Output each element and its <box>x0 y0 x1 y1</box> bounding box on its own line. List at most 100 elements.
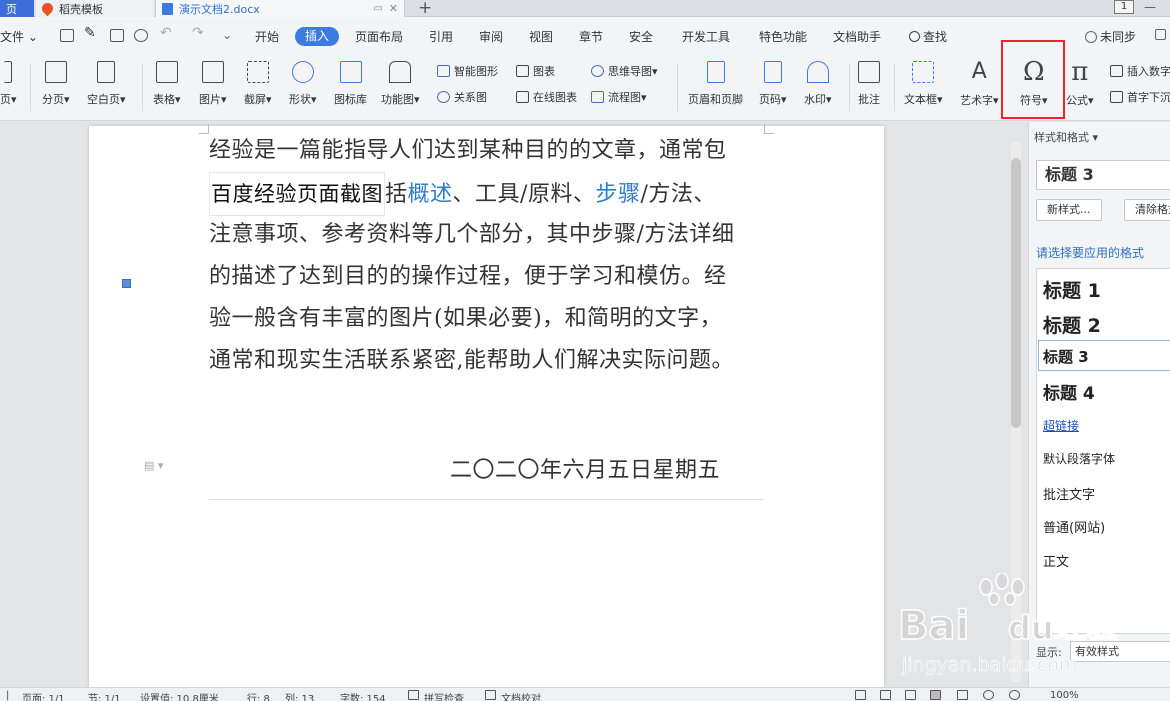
screenshot-caption-label: 百度经验页面截图 <box>209 172 385 216</box>
style-body-text[interactable]: 正文 <box>1043 551 1069 570</box>
styles-panel-title[interactable]: 样式和格式 ▾ <box>1034 129 1098 145</box>
search-icon <box>909 31 920 42</box>
menu-view[interactable]: 视图 <box>529 28 553 45</box>
link-steps[interactable]: 步骤 <box>595 182 640 207</box>
function-chart-button[interactable]: 功能图▾ <box>381 61 420 107</box>
mind-map-button[interactable]: 思维导图 ▾ <box>591 63 658 79</box>
drop-cap-button[interactable]: 首字下沉 <box>1110 89 1170 105</box>
minimize-icon[interactable]: — <box>1144 0 1156 14</box>
doc-text-segment: /方法、 <box>640 182 716 207</box>
word-art-button[interactable]: A 艺术字▾ <box>960 61 999 108</box>
quick-access-dropdown-icon[interactable]: ⌄ <box>222 28 232 42</box>
save-icon[interactable] <box>60 29 74 42</box>
sync-status[interactable]: 未同步 <box>1085 28 1136 45</box>
menu-chapter[interactable]: 章节 <box>579 28 603 45</box>
read-view-icon[interactable] <box>957 690 968 700</box>
chart-button[interactable]: 图表 <box>516 63 555 79</box>
insert-number-icon <box>1110 65 1123 77</box>
redo-icon[interactable]: ↷ <box>192 25 204 41</box>
menu-start[interactable]: 开始 <box>255 28 279 45</box>
doc-check-button[interactable]: 文档校对 <box>501 690 541 701</box>
close-tab-icon[interactable]: ✕ <box>389 2 398 15</box>
tab-document[interactable]: 演示文档2.docx ▭ ✕ <box>155 0 405 17</box>
fullscreen-icon[interactable] <box>855 690 866 700</box>
tab-home[interactable]: 页 <box>0 0 34 17</box>
share-button[interactable] <box>1155 28 1169 42</box>
status-word-count[interactable]: 字数: 154 <box>340 690 386 701</box>
insert-number-button[interactable]: 插入数字 <box>1110 63 1170 79</box>
menu-review[interactable]: 审阅 <box>479 28 503 45</box>
menu-page-layout[interactable]: 页面布局 <box>355 28 403 45</box>
table-button[interactable]: 表格▾ <box>153 61 181 107</box>
style-heading-1[interactable]: 标题 1 <box>1043 276 1101 303</box>
search-button[interactable]: 查找 <box>909 28 947 45</box>
pin-icon[interactable]: ▭ <box>373 3 382 14</box>
zoom-level[interactable]: 100% <box>1050 690 1079 701</box>
page-view-icon[interactable] <box>930 690 941 700</box>
doc-text-segment: 、工具/原料、 <box>452 182 596 207</box>
page-break-button[interactable]: 分页▾ <box>42 61 70 107</box>
undo-icon[interactable]: ↶ <box>160 25 172 41</box>
window-count-badge[interactable]: 1 <box>1114 0 1134 14</box>
vertical-scrollbar-thumb[interactable] <box>1011 158 1021 428</box>
menu-security[interactable]: 安全 <box>629 28 653 45</box>
shape-button[interactable]: 形状▾ <box>289 61 317 107</box>
current-style-field[interactable]: 标题 3 <box>1036 160 1170 190</box>
menu-developer-tools[interactable]: 开发工具 <box>682 28 730 45</box>
menu-special-features[interactable]: 特色功能 <box>759 28 807 45</box>
smart-shape-button[interactable]: 智能图形 <box>437 63 498 79</box>
new-tab-plus-icon[interactable]: + <box>418 0 432 18</box>
paragraph-layout-icon[interactable]: ▤ ▾ <box>144 459 163 472</box>
link-overview[interactable]: 概述 <box>408 182 453 207</box>
status-section[interactable]: 节: 1/1 <box>88 690 121 701</box>
flowchart-button[interactable]: 流程图 ▾ <box>591 89 647 105</box>
style-heading-2[interactable]: 标题 2 <box>1043 311 1101 338</box>
eye-protection-icon[interactable] <box>1009 690 1020 700</box>
text-box-button[interactable]: 文本框▾ <box>904 61 943 107</box>
comment-button[interactable]: 批注 <box>858 61 880 107</box>
page-icon <box>4 61 13 83</box>
menu-doc-assistant[interactable]: 文档助手 <box>833 28 881 45</box>
screenshot-button[interactable]: 截屏▾ <box>244 61 272 107</box>
format-painter-icon[interactable]: ✎ <box>84 25 96 41</box>
spell-check-button[interactable]: 拼写检查 <box>424 690 464 701</box>
paragraph-anchor-icon[interactable] <box>122 279 131 288</box>
blank-page-button[interactable]: 空白页▾ <box>87 61 126 107</box>
new-style-button[interactable]: 新样式... <box>1036 199 1102 221</box>
header-footer-button[interactable]: 页眉和页脚 <box>688 61 743 107</box>
style-default-paragraph-font[interactable]: 默认段落字体 <box>1043 450 1115 467</box>
clear-format-button[interactable]: 清除格式 <box>1124 199 1170 221</box>
icon-library-button[interactable]: 图标库 <box>334 61 367 107</box>
document-body[interactable]: 经验是一篇能指导人们达到某种目的的文章，通常包 百度经验页面截图括概述、工具/原… <box>209 130 779 382</box>
page-button[interactable]: 页▾ <box>0 61 17 107</box>
status-page[interactable]: 页面: 1/1 <box>22 690 65 701</box>
icon-library-label: 图标库 <box>334 93 367 106</box>
show-style-select[interactable]: 有效样式 <box>1070 641 1170 662</box>
watermark-label: 水印 <box>804 93 826 106</box>
edit-pen-icon[interactable] <box>905 690 916 700</box>
page-number-button[interactable]: 页码▾ <box>759 61 787 107</box>
watermark-button[interactable]: 水印▾ <box>804 61 832 107</box>
tab-daoke-label: 稻壳模板 <box>59 2 103 16</box>
relation-chart-button[interactable]: 关系图 <box>437 89 487 105</box>
picture-button[interactable]: 图片▾ <box>199 61 227 107</box>
web-view-icon[interactable] <box>983 690 994 700</box>
style-heading-4[interactable]: 标题 4 <box>1043 379 1095 404</box>
print-preview-icon[interactable] <box>134 29 148 42</box>
outline-view-icon[interactable] <box>880 690 891 700</box>
style-heading-3[interactable]: 标题 3 <box>1043 346 1089 367</box>
status-setting-value[interactable]: 设置值: 10.8厘米 <box>140 690 219 701</box>
mind-map-icon <box>591 65 604 77</box>
menu-file[interactable]: 文件 ⌄ <box>0 28 38 45</box>
tab-daoke-templates[interactable]: 稻壳模板 <box>36 0 154 17</box>
menu-insert[interactable]: 插入 <box>295 27 339 46</box>
text-box-icon <box>912 61 935 83</box>
style-comment-text[interactable]: 批注文字 <box>1043 484 1095 503</box>
style-normal-web[interactable]: 普通(网站) <box>1043 517 1105 536</box>
style-hyperlink[interactable]: 超链接 <box>1043 417 1079 434</box>
online-chart-button[interactable]: 在线图表 <box>516 89 577 105</box>
menu-references[interactable]: 引用 <box>429 28 453 45</box>
print-icon[interactable] <box>110 29 124 42</box>
formula-button[interactable]: π 公式▾ <box>1066 59 1094 108</box>
daoke-flame-icon <box>39 0 56 17</box>
